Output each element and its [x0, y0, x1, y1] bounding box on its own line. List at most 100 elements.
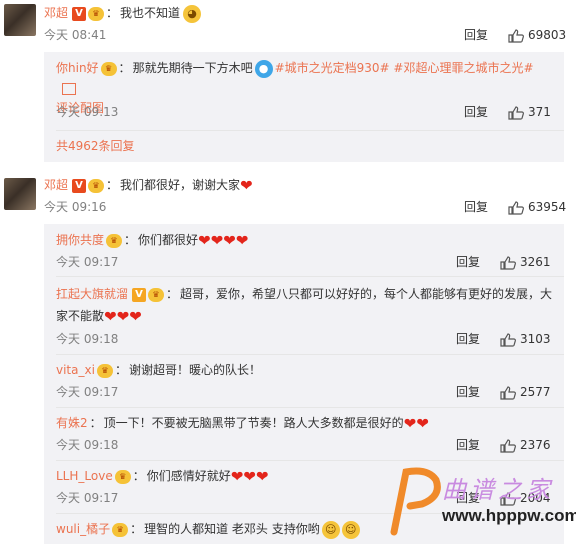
- like-count: 371: [528, 105, 551, 119]
- reply-item: 扛起大旗就溜 V ♛：超哥，爱你，希望八只都可以好好的，每个人都能够有更好的发展，大…: [56, 283, 556, 328]
- divider: [56, 460, 564, 461]
- crown-badge-icon: ♛: [88, 178, 105, 193]
- red-heart-icon: ❤: [240, 176, 253, 195]
- reply-item: vita_xi ♛：谢谢超哥！暖心的队长！: [56, 360, 261, 380]
- comment-body: 邓超 V ♛：我们都很好，谢谢大家❤: [44, 175, 253, 195]
- reply-text: 顶一下！不要被无脑黑带了节奏！路人大多数都是很好的: [103, 416, 404, 430]
- thumbs-up-icon: [500, 438, 516, 453]
- colon-text: ：: [89, 416, 102, 430]
- comment-author[interactable]: 邓超: [44, 6, 68, 20]
- divider: [56, 354, 564, 355]
- crown-badge-icon: ♛: [100, 61, 117, 76]
- colon-text: ：: [106, 6, 119, 20]
- v-badge-icon: V: [72, 178, 87, 193]
- reply-text: 你们都很好: [138, 233, 199, 247]
- crown-badge-icon: ♛: [114, 469, 131, 484]
- like-button[interactable]: 69803: [508, 25, 566, 45]
- doraemon-emoji-icon: ●: [254, 59, 273, 78]
- colon-text: ：: [106, 178, 119, 192]
- reply-author[interactable]: 你hin好: [56, 61, 99, 75]
- thumbs-up-icon: [500, 332, 516, 347]
- colon-text: ：: [118, 61, 131, 75]
- reply-author[interactable]: 扛起大旗就溜: [56, 287, 128, 301]
- reply-author[interactable]: LLH_Love: [56, 469, 113, 483]
- reply-text: 超哥，爱你，希望八只都可以好好的，每个人都能够有更好的发展，大: [180, 287, 553, 301]
- reply-button[interactable]: 回复: [456, 252, 480, 272]
- crown-badge-icon: ♛: [106, 233, 123, 248]
- reply-time: 今天 09:18: [56, 332, 119, 346]
- crown-badge-icon: ♛: [148, 287, 165, 302]
- comment-time: 今天 08:41: [44, 28, 107, 42]
- red-heart-icon: ❤❤❤❤: [198, 231, 249, 250]
- thumbs-up-icon: [508, 200, 524, 215]
- divider: [56, 276, 564, 277]
- reply-author[interactable]: vita_xi: [56, 363, 95, 377]
- watermark-url: www.hpppw.com: [442, 506, 576, 525]
- crown-badge-icon: ♛: [96, 363, 113, 378]
- crown-badge-icon: ♛: [88, 6, 105, 21]
- more-replies-link[interactable]: 共4962条回复: [56, 136, 135, 156]
- thumbs-up-icon: [508, 28, 524, 43]
- divider: [56, 130, 564, 131]
- avatar[interactable]: [4, 4, 36, 36]
- reply-item: 有姝2：顶一下！不要被无脑黑带了节奏！路人大多数都是很好的❤❤: [56, 413, 429, 433]
- reply-text: 那就先期待一下方木吧: [132, 61, 253, 75]
- reply-item: wuli_橘子 ♛：理智的人都知道 老邓头 支持你哟 ☺ ☺: [56, 519, 360, 539]
- reply-time: 今天 09:18: [56, 438, 119, 452]
- reply-time: 今天 09:17: [56, 255, 119, 269]
- like-button[interactable]: 2577: [500, 382, 551, 402]
- crown-badge-icon: ♛: [112, 522, 129, 537]
- watermark-logo-icon: [390, 467, 441, 536]
- reply-button[interactable]: 回复: [456, 382, 480, 402]
- reply-author[interactable]: 拥你共度: [56, 233, 104, 247]
- reply-button[interactable]: 回复: [456, 329, 480, 349]
- reply-button[interactable]: 回复: [464, 25, 488, 45]
- reply-item: LLH_Love ♛：你们感情好就好❤❤❤: [56, 466, 268, 486]
- like-button[interactable]: 2376: [500, 435, 551, 455]
- reply-button[interactable]: 回复: [464, 197, 488, 217]
- thumbs-up-icon: [500, 255, 516, 270]
- comment-text: 我们都很好，谢谢大家: [120, 178, 241, 192]
- reply-text-cont: 家不能散: [56, 309, 105, 323]
- comment-author[interactable]: 邓超: [44, 178, 68, 192]
- like-button[interactable]: 3261: [500, 252, 551, 272]
- image-icon[interactable]: [62, 82, 76, 95]
- reply-author[interactable]: 有姝2: [56, 416, 88, 430]
- v-badge-icon: V: [72, 6, 87, 21]
- thumbs-up-icon: [508, 105, 524, 120]
- reply-time: 今天 09:13: [56, 105, 119, 119]
- watermark-title: 曲谱之家: [442, 476, 554, 504]
- comment-text: 我也不知道: [120, 6, 181, 20]
- red-heart-icon: ❤❤: [403, 414, 429, 433]
- colon-text: ：: [132, 469, 145, 483]
- like-button[interactable]: 371: [508, 102, 551, 122]
- laughing-emoji-icon: ☺: [321, 520, 340, 539]
- like-button[interactable]: 63954: [508, 197, 566, 217]
- avatar[interactable]: [4, 178, 36, 210]
- reply-text: 理智的人都知道 老邓头 支持你哟: [144, 522, 320, 536]
- like-count: 3261: [520, 255, 551, 269]
- colon-text: ：: [114, 363, 127, 377]
- reply-time: 今天 09:17: [56, 491, 119, 505]
- reply-item: 拥你共度 ♛：你们都很好❤❤❤❤: [56, 230, 248, 250]
- hashtag-link[interactable]: #城市之光定档930# #邓超心理罪之城市之光#: [275, 61, 534, 75]
- colon-text: ：: [166, 287, 179, 301]
- reply-button[interactable]: 回复: [456, 435, 480, 455]
- reply-author[interactable]: wuli_橘子: [56, 522, 110, 536]
- replies-box: 你hin好 ♛：那就先期待一下方木吧 ● #城市之光定档930# #邓超心理罪之城市之…: [44, 52, 564, 162]
- v-badge-icon: V: [132, 287, 147, 302]
- thumbs-up-icon: [500, 385, 516, 400]
- comment-time: 今天 09:16: [44, 200, 107, 214]
- like-button[interactable]: 3103: [500, 329, 551, 349]
- like-count: 3103: [520, 332, 551, 346]
- like-count: 2577: [520, 385, 551, 399]
- divider: [56, 407, 564, 408]
- comment-body: 邓超 V ♛：我也不知道 ◕: [44, 3, 202, 23]
- laughing-emoji-icon: ☺: [341, 520, 360, 539]
- watermark: 曲谱之家 www.hpppw.com: [386, 462, 576, 538]
- doge-emoji-icon: ◕: [183, 4, 202, 23]
- red-heart-icon: ❤❤❤: [104, 307, 142, 326]
- reply-button[interactable]: 回复: [464, 102, 488, 122]
- colon-text: ：: [124, 233, 137, 247]
- reply-time: 今天 09:17: [56, 385, 119, 399]
